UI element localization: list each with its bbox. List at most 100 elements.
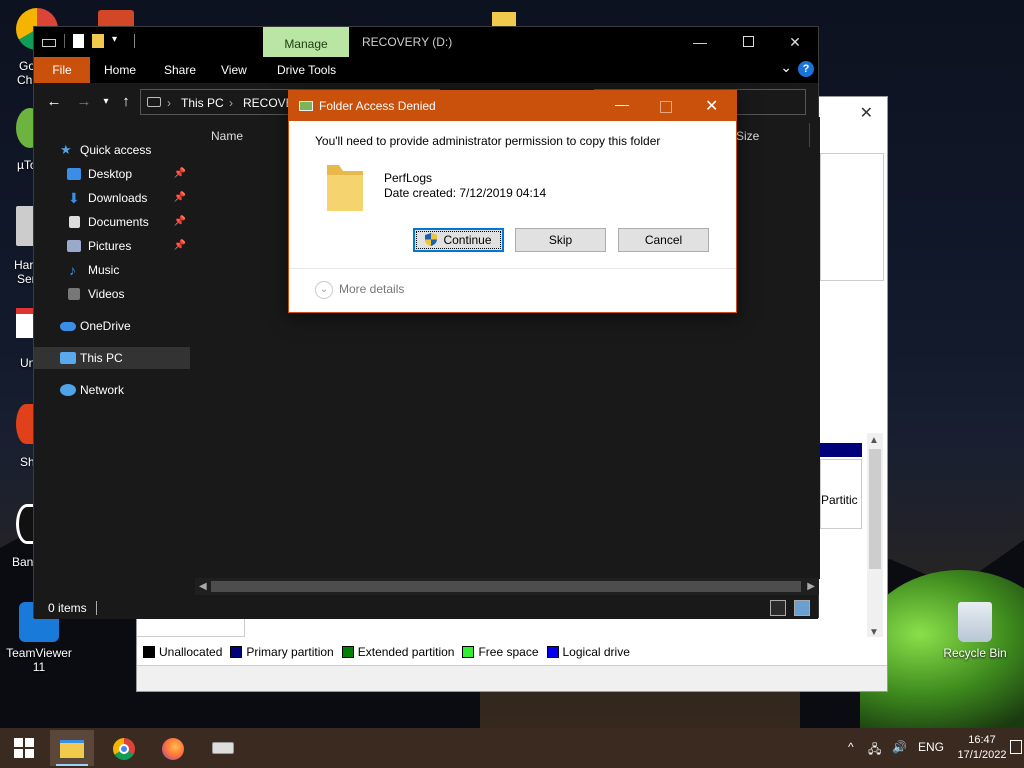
column-header-name[interactable]: Name (211, 129, 243, 143)
minimize-icon[interactable]: — (615, 96, 629, 112)
disk-list-header (820, 153, 884, 281)
pin-icon[interactable]: 📌 (174, 235, 186, 257)
column-divider[interactable] (809, 123, 810, 147)
windows-logo-icon (14, 738, 34, 758)
nav-item-network[interactable]: Network (34, 379, 190, 401)
tab-share[interactable]: Share (164, 57, 196, 83)
partition-legend: Unallocated Primary partition Extended p… (143, 643, 883, 661)
show-hidden-icons-icon[interactable]: ^ (848, 740, 854, 754)
maximize-icon[interactable] (738, 32, 758, 52)
folder-date-created: Date created: 7/12/2019 04:14 (384, 186, 547, 200)
manage-context-tab[interactable]: Manage (263, 27, 349, 57)
pin-icon[interactable]: 📌 (174, 163, 186, 185)
taskbar: ^ 🖧 🔊 ENG 16:47 17/1/2022 (0, 728, 1024, 768)
star-icon: ★ (60, 142, 72, 157)
cancel-button[interactable]: Cancel (618, 228, 709, 252)
pin-icon[interactable]: 📌 (174, 187, 186, 209)
forward-arrow-icon[interactable]: → (74, 91, 94, 113)
more-details-toggle[interactable]: ⌄ More details (315, 281, 404, 299)
nav-item-pictures[interactable]: Pictures 📌 (34, 235, 190, 257)
expand-ribbon-icon[interactable]: ⌄ (780, 59, 792, 76)
drive-icon[interactable] (42, 39, 56, 47)
details-view-icon[interactable] (770, 600, 786, 616)
recent-locations-icon[interactable]: ▾ (96, 91, 116, 113)
nav-label: OneDrive (80, 319, 131, 333)
volume-icon[interactable]: 🔊 (892, 740, 907, 754)
nav-item-onedrive[interactable]: OneDrive (34, 315, 190, 337)
properties-icon[interactable] (73, 34, 84, 48)
dialog-title: Folder Access Denied (319, 99, 436, 113)
tab-drive-tools[interactable]: Drive Tools (277, 57, 336, 83)
nav-item-music[interactable]: ♪ Music (34, 259, 190, 281)
window-title: RECOVERY (D:) (362, 35, 453, 49)
nav-item-desktop[interactable]: Desktop 📌 (34, 163, 190, 185)
close-icon[interactable]: ✕ (860, 103, 873, 123)
pictures-icon (67, 240, 81, 252)
customize-toolbar-icon[interactable]: ▾ (112, 34, 126, 48)
pin-icon[interactable]: 📌 (174, 211, 186, 233)
firefox-icon (162, 738, 184, 760)
ribbon-tabs: File Home Share View Drive Tools ⌄ ? (34, 57, 818, 83)
taskbar-chrome[interactable] (102, 730, 146, 766)
notification-icon[interactable] (1010, 740, 1022, 754)
tab-view[interactable]: View (221, 57, 247, 83)
nav-label: Downloads (88, 191, 148, 205)
scroll-left-icon[interactable]: ◀ (199, 578, 207, 595)
column-header-size[interactable]: Size (736, 129, 759, 143)
quick-access-toolbar: ▾ (42, 34, 135, 48)
input-language[interactable]: ENG (918, 740, 944, 754)
close-icon[interactable]: ✕ (785, 32, 805, 52)
scroll-up-icon[interactable]: ▲ (869, 435, 879, 446)
large-icons-view-icon[interactable] (794, 600, 810, 616)
nav-item-this-pc[interactable]: This PC (34, 347, 190, 369)
tab-file[interactable]: File (34, 57, 90, 83)
scroll-right-icon[interactable]: ▶ (807, 578, 815, 595)
documents-icon (69, 216, 80, 228)
start-button[interactable] (2, 730, 46, 766)
status-footer (137, 665, 887, 691)
taskbar-firefox[interactable] (151, 730, 195, 766)
new-folder-icon[interactable] (92, 34, 104, 48)
minimize-icon[interactable]: — (690, 32, 710, 52)
desktop-label: Ban (12, 555, 34, 569)
nav-label: Network (80, 383, 125, 397)
breadcrumb-this-pc[interactable]: This PC (181, 96, 224, 110)
folder-name: PerfLogs (384, 171, 433, 185)
skip-button[interactable]: Skip (515, 228, 606, 252)
network-icon[interactable]: 🖧 (868, 740, 881, 761)
legend-unallocated: Unallocated (143, 645, 222, 659)
desktop-folder-icon (67, 168, 81, 180)
legend-extended: Extended partition (341, 645, 454, 659)
maximize-icon (660, 101, 672, 113)
nav-item-quick-access[interactable]: ★ Quick access (34, 139, 190, 161)
up-arrow-icon[interactable]: ↑ (116, 91, 136, 113)
chrome-icon-center (119, 744, 129, 754)
scroll-thumb[interactable] (869, 449, 881, 569)
copy-progress-icon (299, 101, 313, 111)
taskbar-disk-tool[interactable] (200, 730, 244, 766)
dialog-divider (289, 268, 736, 269)
legend-logical: Logical drive (546, 645, 630, 659)
horizontal-scrollbar[interactable]: ◀ ▶ (195, 578, 819, 595)
nav-item-documents[interactable]: Documents 📌 (34, 211, 190, 233)
separator-icon (134, 34, 135, 48)
nav-label: Documents (88, 215, 149, 229)
taskbar-file-explorer[interactable] (50, 730, 94, 766)
navigation-pane: ★ Quick access Desktop 📌 ⬇ Downloads 📌 D… (34, 125, 190, 595)
back-arrow-icon[interactable]: ← (44, 91, 64, 113)
clock[interactable]: 16:47 17/1/2022 (956, 733, 1008, 763)
close-icon[interactable]: ✕ (705, 96, 718, 116)
scroll-down-icon[interactable]: ▼ (869, 627, 879, 638)
scroll-thumb[interactable] (211, 581, 801, 592)
continue-button[interactable]: Continue (413, 228, 504, 252)
chevron-down-icon: ⌄ (315, 281, 333, 299)
recycle-bin-desktop-icon[interactable]: Recycle Bin (939, 602, 1011, 660)
nav-item-downloads[interactable]: ⬇ Downloads 📌 (34, 187, 190, 209)
nav-item-videos[interactable]: Videos (34, 283, 190, 305)
help-icon[interactable]: ? (798, 61, 814, 77)
title-bar: ▾ Manage RECOVERY (D:) — ✕ (34, 27, 818, 57)
tab-home[interactable]: Home (104, 57, 136, 83)
partition-label: Partitic (821, 493, 858, 507)
breadcrumb-separator: › (167, 96, 171, 110)
focus-rectangle (416, 231, 501, 249)
